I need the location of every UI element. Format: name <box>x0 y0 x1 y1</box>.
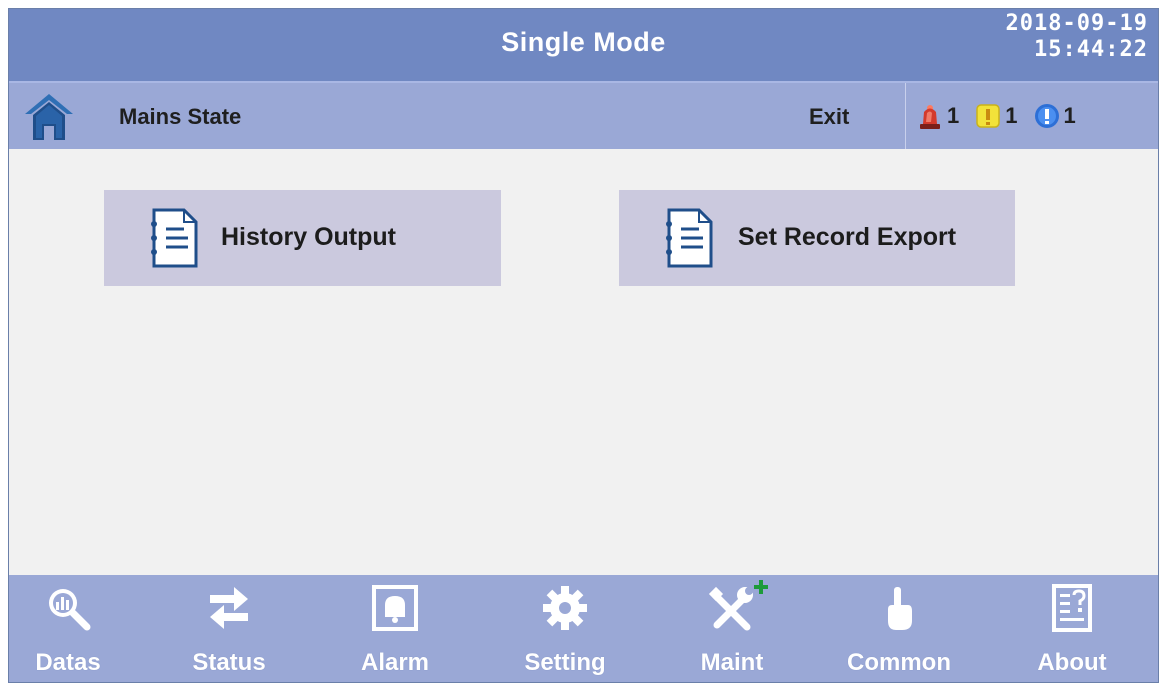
nav-label: Status <box>192 649 266 676</box>
nav-label: Setting <box>524 649 606 676</box>
button-label: Set Record Export <box>738 223 957 251</box>
nav-item-alarm[interactable]: Alarm <box>335 575 455 682</box>
button-label: History Output <box>221 223 396 251</box>
page-title: Single Mode <box>501 27 666 57</box>
nav-label: Common <box>847 649 951 676</box>
nav-item-datas[interactable]: Datas <box>9 575 128 682</box>
exit-button[interactable]: Exit <box>809 104 849 130</box>
nav-item-common[interactable]: Common <box>839 575 959 682</box>
title-bar: Single Mode 2018-09-19 15:44:22 <box>9 9 1158 81</box>
set-record-export-button[interactable]: Set Record Export <box>619 190 1015 286</box>
divider <box>905 83 906 149</box>
siren-icon <box>920 105 940 129</box>
nav-item-about[interactable]: About <box>1012 575 1132 682</box>
history-output-button[interactable]: History Output <box>104 190 501 286</box>
sub-header: Mains State Exit 1 1 1 <box>9 83 1158 149</box>
alarm-counters[interactable]: 1 1 1 <box>917 101 1076 131</box>
warning-icon <box>976 104 1000 128</box>
warning-count: 1 <box>1005 103 1018 128</box>
tools-icon <box>708 586 753 631</box>
home-button[interactable] <box>23 92 75 142</box>
nav-item-maint[interactable]: Maint <box>672 575 792 682</box>
nav-label: Alarm <box>360 649 430 676</box>
about-document-icon <box>1052 584 1092 632</box>
info-icon <box>1034 104 1059 128</box>
plus-icon <box>754 580 768 594</box>
bottom-nav: Datas Status Alarm Setting Maint Common … <box>9 575 1158 682</box>
pointer-hand-icon <box>888 587 912 630</box>
bell-icon <box>372 585 418 631</box>
document-list-icon <box>666 208 713 268</box>
nav-label: Datas <box>35 649 101 676</box>
nav-item-setting[interactable]: Setting <box>505 575 625 682</box>
nav-item-status[interactable]: Status <box>169 575 289 682</box>
date-text: 2018-09-19 <box>1005 11 1148 36</box>
time-text: 15:44:22 <box>1034 37 1148 62</box>
nav-label: Maint <box>700 649 764 676</box>
ups-screen: Single Mode 2018-09-19 15:44:22 Mains St… <box>8 8 1159 683</box>
gear-icon <box>543 586 587 630</box>
datetime: 2018-09-19 15:44:22 <box>1006 11 1148 63</box>
info-count: 1 <box>1063 103 1076 128</box>
data-magnifier-icon <box>49 589 91 631</box>
swap-arrows-icon <box>210 587 248 629</box>
nav-label: About <box>1037 649 1107 676</box>
document-list-icon <box>151 208 198 268</box>
critical-count: 1 <box>947 103 960 128</box>
home-icon <box>25 94 73 140</box>
breadcrumb: Mains State <box>119 104 242 129</box>
